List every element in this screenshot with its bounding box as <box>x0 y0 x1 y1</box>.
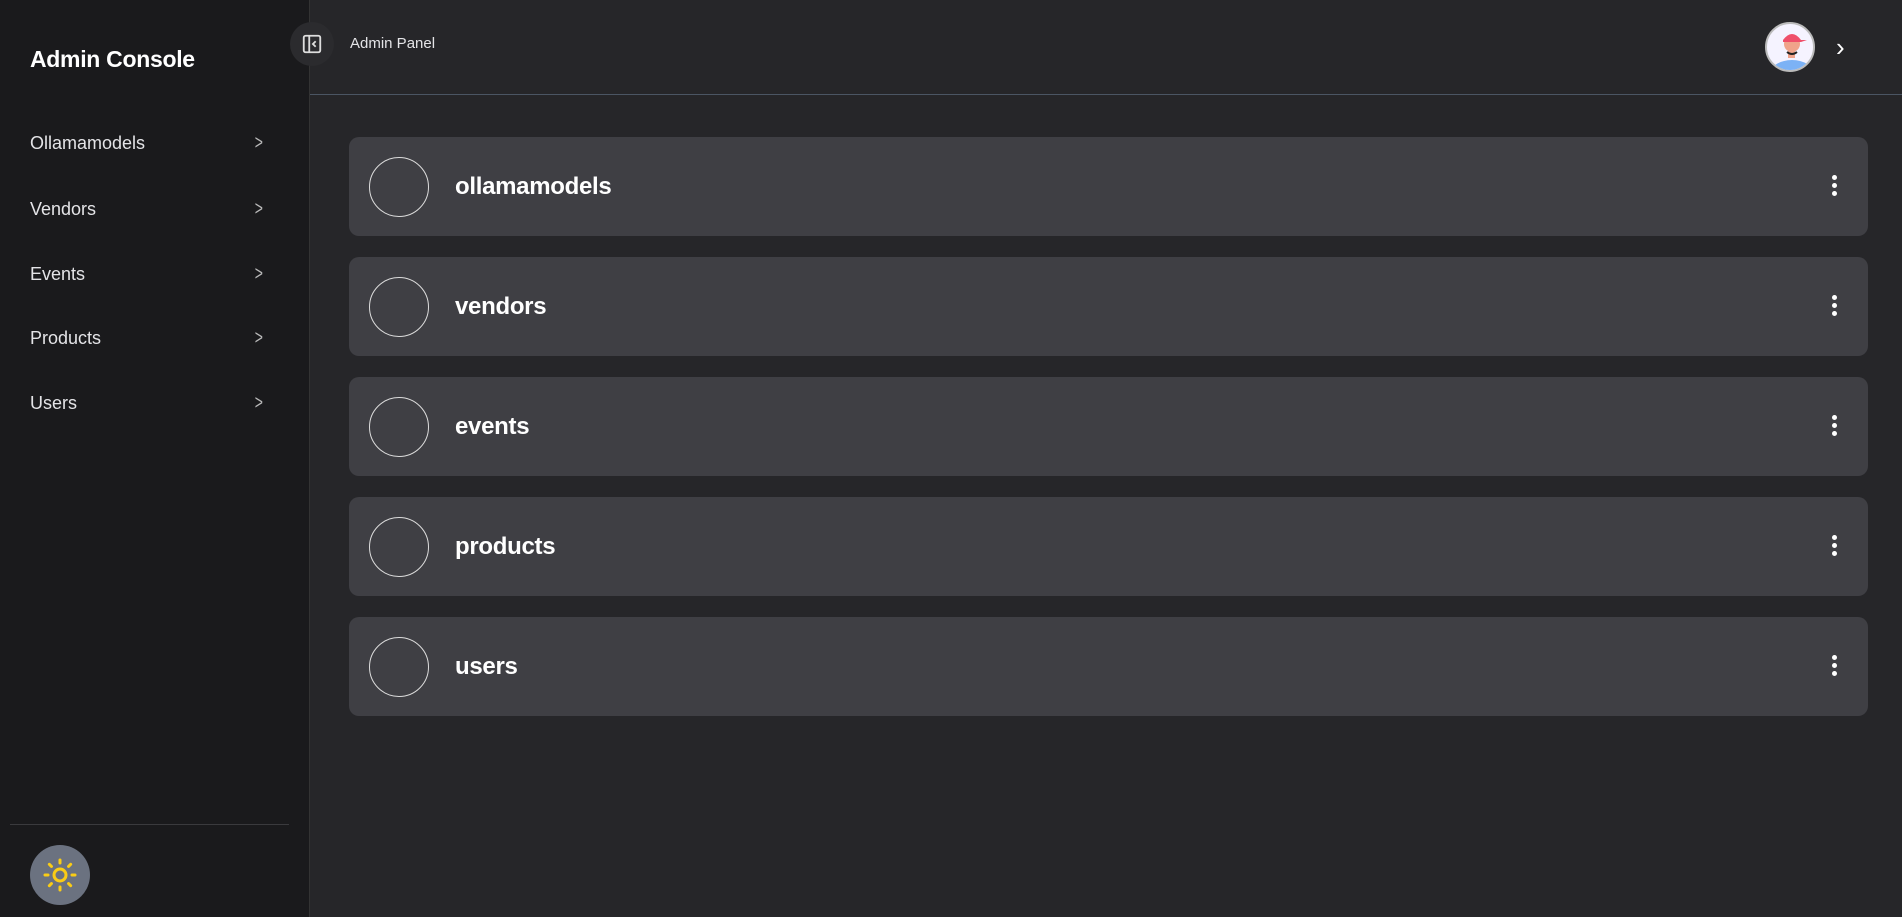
sidebar-item-vendors[interactable]: Vendors > <box>30 194 265 224</box>
card-title: users <box>455 652 518 680</box>
card-title: vendors <box>455 292 547 320</box>
theme-toggle-button[interactable] <box>30 845 90 905</box>
more-vertical-icon[interactable] <box>1832 295 1838 316</box>
sidebar-item-label: Users <box>30 392 78 413</box>
card-title: events <box>455 412 530 440</box>
card-icon-placeholder <box>369 396 429 457</box>
more-vertical-icon[interactable] <box>1832 175 1838 196</box>
chevron-right-icon: > <box>255 326 264 349</box>
sidebar-item-events[interactable]: Events > <box>30 259 265 289</box>
sidebar-item-label: Events <box>30 263 86 284</box>
sun-icon <box>43 858 77 892</box>
sidebar-item-label: Products <box>30 327 102 348</box>
more-vertical-icon[interactable] <box>1832 415 1838 436</box>
breadcrumb[interactable]: Admin Panel <box>350 35 435 52</box>
collection-card-products[interactable]: products <box>349 497 1868 596</box>
collection-card-vendors[interactable]: vendors <box>349 257 1868 356</box>
sidebar-item-users[interactable]: Users > <box>30 388 265 418</box>
collection-card-users[interactable]: users <box>349 617 1868 716</box>
card-icon-placeholder <box>369 156 429 217</box>
more-vertical-icon[interactable] <box>1832 535 1838 556</box>
collection-card-events[interactable]: events <box>349 377 1868 476</box>
chevron-right-icon: > <box>255 131 264 154</box>
app-title: Admin Console <box>30 46 195 72</box>
collection-card-ollamamodels[interactable]: ollamamodels <box>349 137 1868 236</box>
sidebar: Admin Console Ollamamodels > Vendors > Eve… <box>0 0 310 917</box>
sidebar-divider <box>10 824 289 825</box>
chevron-right-icon: > <box>255 391 264 414</box>
sidebar-collapse-icon <box>302 34 322 54</box>
card-icon-placeholder <box>369 636 429 697</box>
more-vertical-icon[interactable] <box>1832 655 1838 676</box>
collapse-sidebar-button[interactable] <box>290 22 334 66</box>
card-title: ollamamodels <box>455 172 612 200</box>
chevron-right-icon: > <box>255 262 264 285</box>
top-header <box>310 0 1902 95</box>
card-title: products <box>455 532 556 560</box>
card-icon-placeholder <box>369 276 429 337</box>
user-avatar[interactable] <box>1765 22 1815 72</box>
sidebar-item-ollamamodels[interactable]: Ollamamodels > <box>30 128 265 158</box>
sidebar-item-label: Ollamamodels <box>30 132 146 153</box>
chevron-right-icon[interactable]: › <box>1836 32 1845 63</box>
chevron-right-icon: > <box>255 197 264 220</box>
sidebar-item-label: Vendors <box>30 198 97 219</box>
card-icon-placeholder <box>369 516 429 577</box>
sidebar-item-products[interactable]: Products > <box>30 323 265 353</box>
